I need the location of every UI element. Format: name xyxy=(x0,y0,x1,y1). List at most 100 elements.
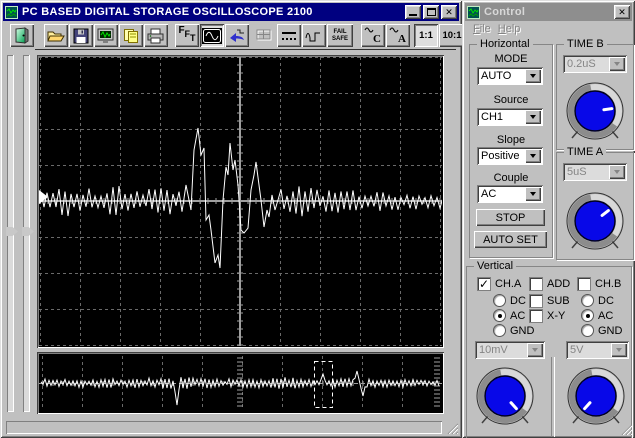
dropdown-arrow-icon xyxy=(609,57,625,71)
dotted-line-icon xyxy=(282,31,296,40)
trigger-c-button[interactable]: C xyxy=(361,24,385,47)
main-titlebar[interactable]: PC BASED DIGITAL STORAGE OSCILLOSCOPE 21… xyxy=(3,3,459,21)
ch-a-ac-radio[interactable]: AC xyxy=(493,309,525,322)
main-display[interactable] xyxy=(37,55,444,348)
main-toolbar: FFT FAIL SAFE C A 1:1 10:1 xyxy=(3,22,465,49)
fft-button[interactable]: FFT xyxy=(175,24,199,47)
failsafe-label: FAIL xyxy=(333,29,347,35)
open-button[interactable] xyxy=(44,24,68,47)
sub-checkbox[interactable]: ✓SUB xyxy=(529,293,570,308)
client-divider xyxy=(35,49,456,50)
column-divider xyxy=(551,357,555,437)
position-slider-a[interactable] xyxy=(6,55,18,412)
ch-b-checkbox[interactable]: ✓CH.B xyxy=(577,276,621,291)
control-titlebar[interactable]: Control ✕ xyxy=(465,3,632,21)
stop-button[interactable]: STOP xyxy=(476,209,545,226)
grid-icon xyxy=(256,29,272,40)
dropdown-arrow-icon[interactable] xyxy=(525,110,541,124)
position-slider-b[interactable] xyxy=(22,55,34,412)
control-menubar: File Help xyxy=(466,21,631,37)
dropdown-arrow-icon[interactable] xyxy=(525,69,541,83)
grid-button xyxy=(252,24,276,47)
dropdown-arrow-icon[interactable] xyxy=(525,149,541,163)
source-select[interactable]: CH1 xyxy=(477,108,543,126)
display-button[interactable] xyxy=(94,24,118,47)
time-b-group: TIME B 0.2uS xyxy=(556,38,634,150)
slope-label: Slope xyxy=(496,134,526,146)
source-label: Source xyxy=(493,94,529,106)
copy-button[interactable] xyxy=(119,24,143,47)
control-close-button[interactable]: ✕ xyxy=(614,5,630,19)
exit-door-icon xyxy=(15,27,29,44)
auto-set-button[interactable]: AUTO SET xyxy=(474,231,547,248)
ch-b-gnd-radio[interactable]: GND xyxy=(581,324,622,337)
printer-icon xyxy=(147,28,164,43)
dropdown-arrow-icon xyxy=(611,343,627,357)
xy-checkbox[interactable]: ✓X-Y xyxy=(529,308,565,323)
probe-1-1-button[interactable]: 1:1 xyxy=(414,24,438,47)
monitor-icon xyxy=(97,28,114,43)
minimize-icon xyxy=(409,14,417,16)
time-a-knob[interactable] xyxy=(563,191,627,255)
ch-a-checkbox[interactable]: ✓ CH.A xyxy=(477,276,521,291)
control-window-title: Control xyxy=(484,6,526,18)
trigger-a-button[interactable]: A xyxy=(386,24,410,47)
time-b-label: TIME B xyxy=(564,38,607,50)
mode-label: MODE xyxy=(494,53,528,65)
trigger-slope-button[interactable] xyxy=(302,24,326,47)
print-button[interactable] xyxy=(144,24,168,47)
save-button[interactable] xyxy=(69,24,93,47)
failsafe-button[interactable]: FAIL SAFE xyxy=(327,24,353,47)
time-b-knob[interactable] xyxy=(563,81,627,145)
control-resize-grip-icon[interactable] xyxy=(619,422,632,435)
status-panel xyxy=(6,421,442,434)
waveform-view-button[interactable] xyxy=(200,24,224,47)
minimize-button[interactable] xyxy=(405,5,421,19)
control-app-icon xyxy=(467,5,480,19)
save-floppy-icon xyxy=(73,28,89,43)
vertical-group-label: Vertical xyxy=(474,260,517,272)
slider-a-thumb[interactable] xyxy=(6,227,18,236)
volts-b-knob[interactable] xyxy=(564,366,628,430)
zoom-display[interactable] xyxy=(37,352,444,414)
square-wave-icon xyxy=(305,32,320,41)
ch-b-dc-radio[interactable]: DC xyxy=(581,294,614,307)
horizontal-group-label: Horizontal xyxy=(477,38,533,50)
maximize-icon xyxy=(426,8,436,16)
exit-button[interactable] xyxy=(10,24,34,47)
dropdown-arrow-icon xyxy=(527,343,543,357)
ch-a-gnd-radio[interactable]: GND xyxy=(493,324,534,337)
zoom-trace-canvas xyxy=(39,356,442,410)
add-checkbox[interactable]: ✓ADD xyxy=(529,276,570,291)
menu-help[interactable]: Help xyxy=(498,23,521,35)
wave-icon xyxy=(364,27,374,33)
menu-file[interactable]: File xyxy=(473,23,491,35)
couple-select[interactable]: AC xyxy=(477,185,543,203)
open-folder-icon xyxy=(47,31,65,41)
screen: PC BASED DIGITAL STORAGE OSCILLOSCOPE 21… xyxy=(0,0,635,438)
status-bar xyxy=(4,419,459,435)
control-window: Control ✕ File Help Horizontal MODE AUTO… xyxy=(462,0,635,438)
wave-icon xyxy=(389,27,399,33)
time-b-select: 0.2uS xyxy=(563,55,627,73)
mode-select[interactable]: AUTO xyxy=(477,67,543,85)
time-a-select: 5uS xyxy=(563,163,627,181)
slider-b-thumb[interactable] xyxy=(22,227,34,236)
resize-grip-icon[interactable] xyxy=(445,421,458,434)
slope-select[interactable]: Positive xyxy=(477,147,543,165)
trigger-c-label: C xyxy=(373,33,381,45)
trigger-a-label: A xyxy=(398,33,406,45)
notes-icon xyxy=(124,28,138,43)
grid-style-button[interactable] xyxy=(277,24,301,47)
ch-a-dc-radio[interactable]: DC xyxy=(493,294,526,307)
maximize-button[interactable] xyxy=(423,5,439,19)
ch-b-ac-radio[interactable]: AC xyxy=(581,309,613,322)
volts-a-select: 10mV xyxy=(475,341,545,359)
oscilloscope-window: PC BASED DIGITAL STORAGE OSCILLOSCOPE 21… xyxy=(0,0,465,438)
vertical-group: Vertical ✓CH.A ✓ADD ✓CH.B DC ✓SUB DC AC xyxy=(466,260,632,438)
dropdown-arrow-icon[interactable] xyxy=(525,187,541,201)
volts-a-knob[interactable] xyxy=(473,366,537,430)
time-a-group: TIME A 5uS xyxy=(556,146,634,260)
close-button[interactable]: ✕ xyxy=(441,5,457,19)
recall-button[interactable] xyxy=(225,24,249,47)
